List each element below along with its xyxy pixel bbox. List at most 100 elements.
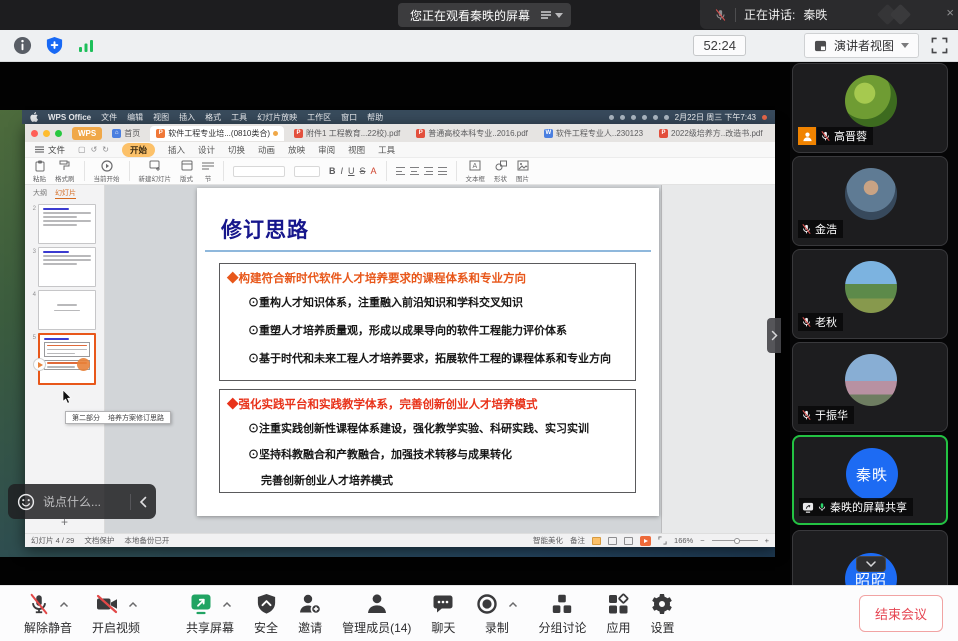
zoom-percentage[interactable]: 166% [674,536,693,545]
menubar-item-view[interactable]: 视图 [153,112,169,123]
end-meeting-button[interactable]: 结束会议 [859,595,943,632]
record-options-chevron[interactable] [508,601,518,608]
screen-menu-icon[interactable] [540,10,563,20]
paste-button[interactable]: 粘贴 [33,160,46,183]
font-name-select[interactable] [233,166,285,177]
reading-view-icon[interactable] [624,537,633,545]
tab-document-active[interactable]: P软件工程专业培...(0810类合) [150,126,284,141]
participant-tile-active-sharer[interactable]: 秦昳 秦昳的屏幕共享 [792,435,948,525]
outline-tab[interactable]: 大纲 [33,188,47,199]
security-button[interactable]: 安全 [254,591,278,636]
ribbon-tab-insert[interactable]: 插入 [168,144,185,156]
fullscreen-icon[interactable] [931,37,948,54]
share-screen-button[interactable]: 共享屏幕 [186,591,234,636]
play-from-current-button[interactable]: 当前开始 [94,160,120,183]
watching-screen-pill[interactable]: 您正在观看秦昳的屏幕 [398,3,571,27]
sidebar-collapse-handle[interactable] [767,318,781,353]
ribbon-tab-tools[interactable]: 工具 [378,144,395,156]
normal-view-icon[interactable] [592,537,601,545]
menubar-item-tools[interactable]: 工具 [231,112,247,123]
network-signal-icon[interactable] [77,38,95,54]
slide-thumbnail-hovered[interactable] [38,290,96,330]
menubar-item-help[interactable]: 帮助 [367,112,383,123]
menubar-item-edit[interactable]: 编辑 [127,112,143,123]
collapse-chat-icon[interactable] [139,496,147,508]
tab-document[interactable]: P2022级培养方..改造书.pdf [653,126,769,141]
picture-button[interactable]: 图片 [516,160,529,183]
menubar-item-format[interactable]: 格式 [205,112,221,123]
mic-options-chevron[interactable] [59,601,69,608]
invite-button[interactable]: 邀请 [298,591,322,636]
manage-members-button[interactable]: 管理成员(14) [342,591,411,636]
window-traffic-lights[interactable] [31,130,62,137]
tab-home[interactable]: ⌂首页 [106,126,146,141]
zoom-out-button[interactable]: − [700,536,704,545]
font-size-select[interactable] [294,166,320,177]
slide-thumbnail[interactable] [38,247,96,287]
unmute-button[interactable]: 解除静音 [24,591,72,636]
slideshow-play-button[interactable] [640,536,651,546]
ribbon-tab-slideshow[interactable]: 放映 [288,144,305,156]
menubar-item-app[interactable]: WPS Office [48,113,91,122]
chat-input-placeholder[interactable]: 说点什么... [43,493,122,510]
zoom-in-button[interactable]: + [765,536,769,545]
menubar-item-file[interactable]: 文件 [101,112,117,123]
shapes-button[interactable]: 形状 [494,160,507,183]
participant-tile[interactable]: 金浩 [792,156,948,246]
thumbnail-menu-button[interactable] [77,358,90,371]
security-shield-icon[interactable] [45,36,64,55]
new-tab-button[interactable]: + [773,127,775,139]
chat-button[interactable]: 聊天 [431,591,455,636]
ribbon-tab-animation[interactable]: 动画 [258,144,275,156]
menubar-item-window[interactable]: 窗口 [341,112,357,123]
close-icon[interactable]: × [946,6,954,19]
apple-menu-icon[interactable] [30,112,38,122]
paragraph-align-buttons[interactable] [396,167,447,175]
slide-thumbnail[interactable] [38,204,96,244]
meeting-info-icon[interactable] [13,36,32,55]
record-button[interactable]: 录制 [475,591,518,636]
settings-button[interactable]: 设置 [650,591,674,636]
share-options-chevron[interactable] [222,601,232,608]
ribbon-tab-review[interactable]: 审阅 [318,144,335,156]
tab-document[interactable]: P附件1 工程教育...22校).pdf [288,126,406,141]
current-slide[interactable]: 修订思路 ◆构建符合新时代软件人才培养要求的课程体系和专业方向 ⊙重构人才知识体… [197,188,659,516]
layout-button[interactable]: 版式 [180,160,193,183]
menubar-item-workspace[interactable]: 工作区 [307,112,331,123]
zoom-slider[interactable] [712,540,758,541]
smart-beautify-button[interactable]: 智能美化 [533,535,563,546]
emoji-icon[interactable] [17,493,35,511]
view-mode-button[interactable]: 演讲者视图 [804,33,919,58]
notes-button[interactable]: 备注 [570,535,585,546]
tab-wps[interactable]: WPS [72,127,102,140]
ribbon-tab-design[interactable]: 设计 [198,144,215,156]
tab-document[interactable]: P普通高校本科专业..2016.pdf [410,126,534,141]
ribbon-tab-home[interactable]: 开始 [122,143,155,157]
textbox-button[interactable]: A 文本框 [466,160,486,183]
thumbnail-play-button[interactable] [33,358,46,371]
fit-slide-icon[interactable] [658,536,667,545]
breakout-rooms-button[interactable]: 分组讨论 [538,591,586,636]
menubar-item-insert[interactable]: 插入 [179,112,195,123]
start-video-button[interactable]: 开启视频 [92,591,140,636]
sorter-view-icon[interactable] [608,537,617,545]
local-backup-status[interactable]: 本地备份已开 [124,535,169,546]
ribbon-tab-view[interactable]: 视图 [348,144,365,156]
font-style-buttons[interactable]: BIUSA [329,166,377,176]
participant-tile[interactable]: 老秋 [792,249,948,339]
format-painter-button[interactable]: 格式刷 [55,160,75,183]
collapse-videos-button[interactable] [856,556,886,572]
participant-tile[interactable]: 于振华 [792,342,948,432]
ribbon-tab-transition[interactable]: 切换 [228,144,245,156]
quick-access-icons[interactable]: ▢↺↻ [78,145,109,154]
apps-button[interactable]: 应用 [606,591,630,636]
document-protection[interactable]: 文档保护 [84,535,114,546]
video-options-chevron[interactable] [128,601,138,608]
chat-quick-input[interactable]: 说点什么... [8,484,156,519]
slides-tab[interactable]: 幻灯片 [55,188,76,199]
file-menu-button[interactable]: 文件 [35,144,65,156]
tab-document[interactable]: W软件工程专业人..230123 [538,126,649,141]
new-slide-button[interactable]: 新建幻灯片 [139,160,172,183]
section-button[interactable]: 节 [202,160,214,183]
participant-tile[interactable]: 高晋蓉 [792,63,948,153]
